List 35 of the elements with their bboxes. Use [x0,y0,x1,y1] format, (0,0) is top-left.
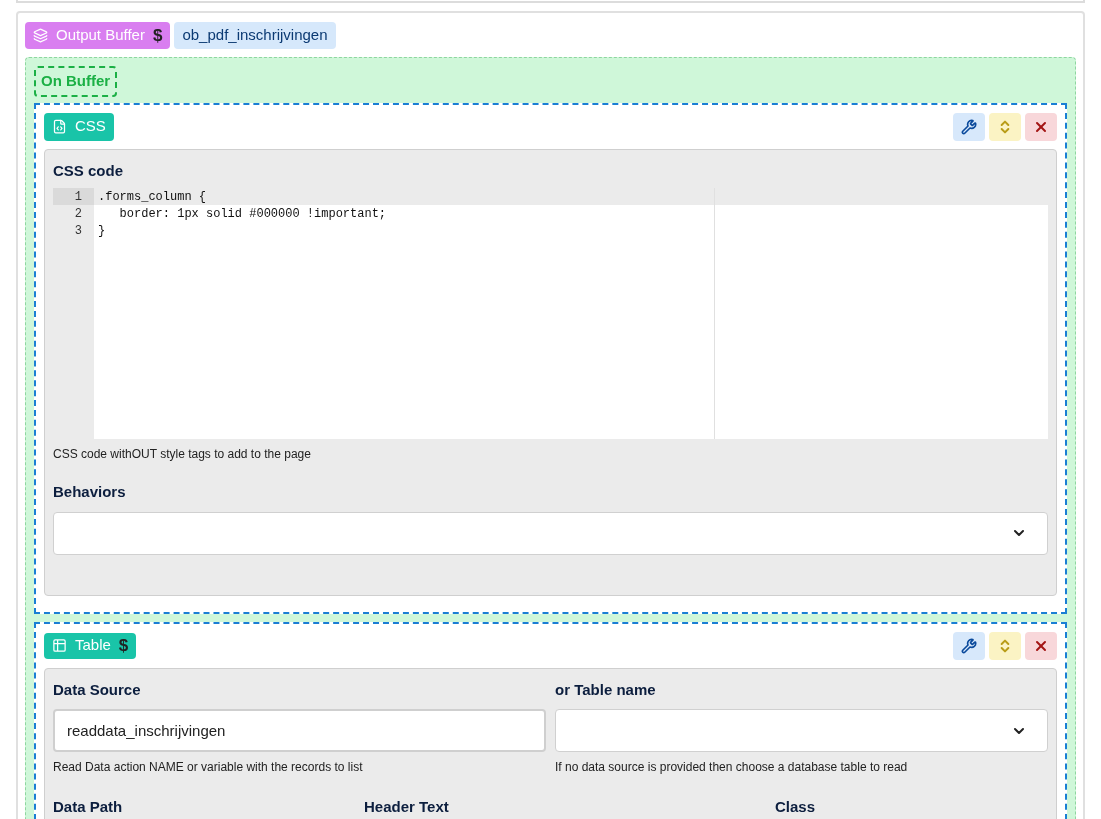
settings-button[interactable] [953,631,985,660]
help-text: Read Data action NAME or variable with the records to list [53,759,364,776]
layers-icon [33,28,48,43]
on-buffer-label: On Buffer [34,66,118,97]
name-tag: ob_pdf_inschrijvingen [174,22,336,49]
field-label: CSS code [53,160,125,181]
dollar-sign: $ [118,634,129,657]
code-editor[interactable]: 1 2 3 .forms_column { border: 1px solid #000000 !important; } [53,188,1048,439]
select-field[interactable] [555,709,1048,752]
field-label: Header Text [364,797,450,817]
close-button[interactable] [1025,631,1057,660]
field-label: or Table name [555,679,657,700]
css-file-icon [52,119,67,134]
code-line: border: 1px solid #000000 !important; [118,206,388,222]
field-label: Data Source [53,679,142,700]
wrench-icon [961,637,977,654]
badge-label: Table [75,635,111,656]
input-field[interactable]: readdata_inschrijvingen [53,709,546,752]
help-text: If no data source is provided then choose a database table to read [555,759,909,776]
field-label: Data Path [53,797,124,817]
code-line: } [98,223,107,239]
field-label: Behaviors [53,482,127,502]
wrench-icon [961,118,977,135]
help-text: CSS code withOUT style tags to add to the page [53,446,312,463]
line-number: 1 [53,188,94,205]
line-number: 2 [73,206,83,222]
badge-label: Output Buffer [56,25,145,46]
select-field[interactable] [53,511,1048,555]
line-number: 3 [73,223,83,239]
settings-button[interactable] [953,112,985,141]
field-label: Class [775,797,817,817]
close-button[interactable] [1025,112,1057,141]
dollar-sign: $ [152,24,163,47]
table-icon [52,638,67,653]
badge-label: CSS [75,116,106,137]
